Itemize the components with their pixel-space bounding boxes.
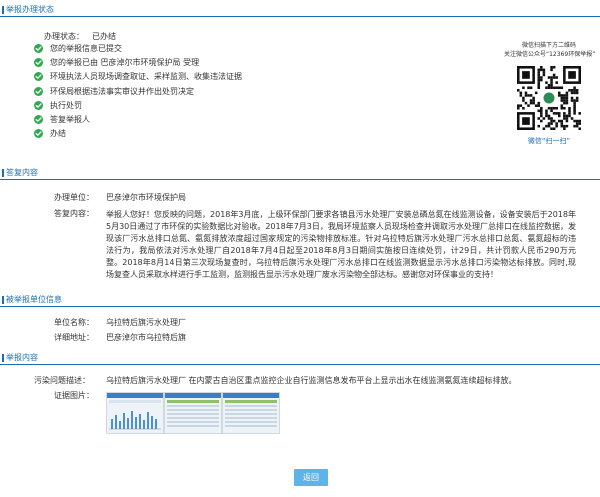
qr-caption-1: 微信扫描下方二维码 xyxy=(521,42,576,49)
section-title-reply: 答复内容 xyxy=(6,168,38,177)
section-title-status: 举报办理状态 xyxy=(6,5,54,14)
reported-name-value: 乌拉特后旗污水处理厂 xyxy=(106,318,186,327)
check-circle-icon xyxy=(34,58,43,68)
status-step-label: 办结 xyxy=(50,129,66,139)
status-step-label: 您的举报信息已提交 xyxy=(50,44,122,53)
check-circle-icon xyxy=(34,129,43,139)
section-header-status: 举报办理状态 xyxy=(0,4,600,17)
report-desc-value: 乌拉特后旗污水处理厂 在内蒙古自治区重点监控企业自行监测信息发布平台上显示出水在… xyxy=(106,376,517,385)
reply-unit-label: 办理单位： xyxy=(54,193,94,202)
qr-caption-2: 关注微信公众号“12369环保举报” xyxy=(504,51,596,58)
check-circle-icon xyxy=(34,44,43,53)
table-thumbnail-icon xyxy=(223,393,279,427)
reply-content: 举报人您好！您反映的问题，2018年3月底，上级环保部门要求各镇县污水处理厂安装… xyxy=(106,210,576,279)
report-desc-label: 污染问题描述： xyxy=(34,376,90,385)
reply-unit-value: 巴彦淖尔市环境保护局 xyxy=(106,193,186,202)
evidence-image-2[interactable] xyxy=(164,392,222,434)
section-title-report: 举报内容 xyxy=(6,353,38,362)
status-step-label: 执行处罚 xyxy=(50,100,82,110)
status-step-label: 答复举报人 xyxy=(50,115,90,124)
back-button[interactable]: 返回 xyxy=(294,469,328,486)
section-title-reported: 被举报单位信息 xyxy=(6,295,62,304)
status-step-label: 环保局根据违法事实审议并作出处罚决定 xyxy=(50,86,194,96)
status-value: 已办结 xyxy=(92,32,116,41)
qr-footer: 微信“扫一扫” xyxy=(527,137,571,145)
check-circle-icon xyxy=(34,86,43,96)
reported-name-label: 单位名称： xyxy=(54,318,94,327)
report-images-label: 证据图片： xyxy=(54,391,94,400)
check-circle-icon xyxy=(34,100,43,110)
evidence-image-1[interactable] xyxy=(106,392,164,434)
chart-thumbnail-icon xyxy=(107,393,163,430)
status-step-label: 您的举报已由 巴彦淖尔市环境保护局 受理 xyxy=(50,58,200,68)
check-circle-icon xyxy=(34,115,43,124)
table-thumbnail-icon xyxy=(165,393,221,427)
reported-addr-value: 巴彦淖尔市乌拉特后旗 xyxy=(106,333,186,342)
evidence-image-3[interactable] xyxy=(222,392,280,434)
section-header-reply: 答复内容 xyxy=(0,167,600,180)
reply-content-label: 答复内容： xyxy=(54,209,94,218)
reported-addr-label: 详细地址： xyxy=(54,333,94,342)
section-header-reported: 被举报单位信息 xyxy=(0,294,600,307)
status-label: 办理状态： xyxy=(44,32,84,41)
status-step-label: 环境执法人员现场调查取证、采样监测、收集违法证据 xyxy=(50,72,242,82)
check-circle-icon xyxy=(34,72,43,82)
section-header-report: 举报内容 xyxy=(0,352,600,365)
qr-code-icon xyxy=(517,66,581,130)
